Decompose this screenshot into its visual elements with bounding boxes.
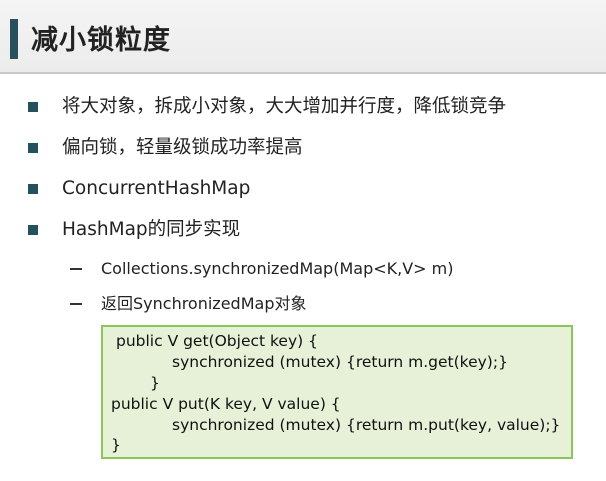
bullet-item: ConcurrentHashMap <box>28 176 250 202</box>
sub-bullet-text: Collections.synchronizedMap(Map<K,V> m) <box>101 259 454 278</box>
square-bullet-icon <box>28 102 38 112</box>
sub-bullet-text: 返回SynchronizedMap对象 <box>101 294 307 313</box>
code-line: synchronized (mutex) {return m.get(key);… <box>172 353 508 371</box>
bullet-item: HashMap的同步实现 <box>28 217 240 243</box>
bullet-text: 偏向锁，轻量级锁成功率提高 <box>62 137 303 158</box>
square-bullet-icon <box>28 184 38 194</box>
code-block: public V get(Object key) { synchronized … <box>101 325 573 459</box>
title-accent-bar <box>10 19 18 59</box>
title-bar: 减小锁粒度 <box>0 0 606 72</box>
code-line: public V put(K key, V value) { <box>111 395 341 413</box>
bullet-text: ConcurrentHashMap <box>62 178 251 199</box>
bullet-text: 将大对象，拆成小对象，大大增加并行度，降低锁竞争 <box>62 96 507 117</box>
code-line: public V get(Object key) { <box>116 332 318 350</box>
dash-bullet-icon <box>70 303 82 305</box>
code-line: } <box>111 436 121 454</box>
title-divider <box>0 72 606 74</box>
code-line: synchronized (mutex) {return m.put(key, … <box>172 416 561 434</box>
square-bullet-icon <box>28 225 38 235</box>
code-line: } <box>150 374 160 392</box>
bullet-text: HashMap的同步实现 <box>62 219 241 240</box>
slide-title: 减小锁粒度 <box>31 25 171 56</box>
square-bullet-icon <box>28 143 38 153</box>
dash-bullet-icon <box>70 268 82 270</box>
bullet-item: 将大对象，拆成小对象，大大增加并行度，降低锁竞争 <box>28 94 506 120</box>
bullet-item: 偏向锁，轻量级锁成功率提高 <box>28 135 303 161</box>
slide: 减小锁粒度 将大对象，拆成小对象，大大增加并行度，降低锁竞争 偏向锁，轻量级锁成… <box>0 0 606 481</box>
